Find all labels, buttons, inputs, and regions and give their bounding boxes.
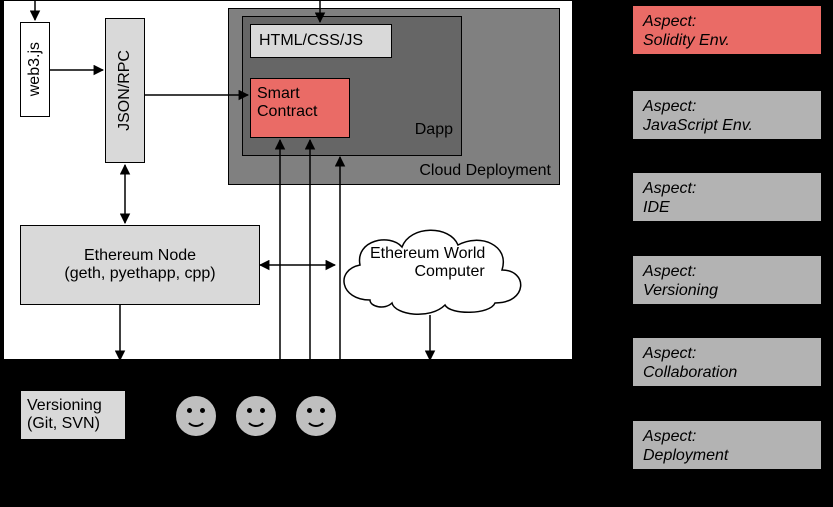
- html-css-js-box: HTML/CSS/JS: [250, 24, 392, 58]
- aspect-solidity-env: Aspect: Solidity Env.: [632, 5, 822, 55]
- aspect-title: Aspect:: [643, 345, 696, 362]
- smart-contract-label: Smart Contract: [257, 85, 317, 120]
- aspect-subtitle: Versioning: [643, 282, 718, 299]
- aspect-title: Aspect:: [643, 180, 696, 197]
- web3js-label: web3.js: [26, 42, 44, 96]
- dapp-label: Dapp: [415, 121, 453, 139]
- aspect-title: Aspect:: [643, 13, 696, 30]
- aspect-collaboration: Aspect: Collaboration: [632, 337, 822, 387]
- aspect-subtitle: Solidity Env.: [643, 32, 730, 49]
- aspect-versioning: Aspect: Versioning: [632, 255, 822, 305]
- aspect-title: Aspect:: [643, 263, 696, 280]
- ethereum-node-label-1: Ethereum Node: [84, 247, 196, 265]
- aspect-title: Aspect:: [643, 98, 696, 115]
- html-css-js-label: HTML/CSS/JS: [259, 32, 363, 50]
- aspect-deployment: Aspect: Deployment: [632, 420, 822, 470]
- versioning-label: Versioning (Git, SVN): [27, 397, 102, 432]
- ethereum-node-box: Ethereum Node (geth, pyethapp, cpp): [20, 225, 260, 305]
- aspect-subtitle: Collaboration: [643, 364, 737, 381]
- ethereum-node-label-2: (geth, pyethapp, cpp): [64, 265, 215, 283]
- cloud-deployment-label: Cloud Deployment: [419, 162, 551, 180]
- ethereum-world-label: Ethereum World Computer: [370, 245, 520, 281]
- aspect-subtitle: IDE: [643, 199, 670, 216]
- aspect-subtitle: Deployment: [643, 447, 728, 464]
- aspect-javascript-env: Aspect: JavaScript Env.: [632, 90, 822, 140]
- versioning-box: Versioning (Git, SVN): [20, 390, 126, 440]
- user-icon: [235, 395, 277, 437]
- diagram-stage: Cloud Deployment Dapp HTML/CSS/JS Smart …: [0, 0, 833, 507]
- aspect-title: Aspect:: [643, 428, 696, 445]
- web3js-box: web3.js: [20, 22, 50, 117]
- user-icon: [295, 395, 337, 437]
- json-rpc-box: JSON/RPC: [105, 18, 145, 163]
- aspect-ide: Aspect: IDE: [632, 172, 822, 222]
- aspect-subtitle: JavaScript Env.: [643, 117, 753, 134]
- user-icon: [175, 395, 217, 437]
- json-rpc-label: JSON/RPC: [116, 50, 134, 131]
- smart-contract-box: Smart Contract: [250, 78, 350, 138]
